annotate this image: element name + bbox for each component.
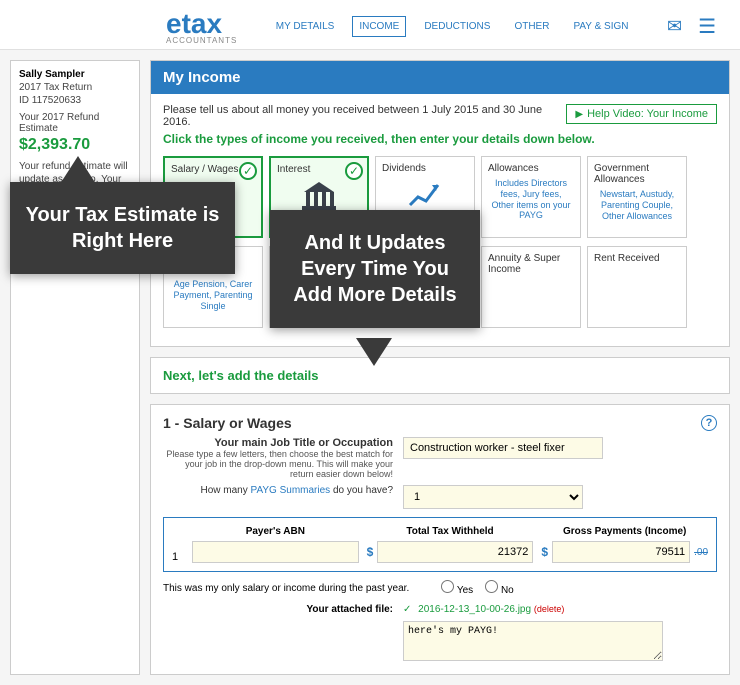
payg-summaries-link[interactable]: PAYG Summaries: [251, 485, 331, 496]
logo-subtitle: ACCOUNTANTS: [166, 36, 237, 45]
withheld-label: Total Tax Withheld: [367, 526, 534, 537]
check-icon: ✓: [403, 604, 411, 615]
job-title-label: Your main Job Title or Occupation: [214, 437, 393, 449]
mail-icon[interactable]: ✉: [667, 16, 682, 37]
callout-pointer-icon: [356, 338, 392, 366]
tax-id: ID 117520633: [19, 95, 131, 106]
tile-annuity-super[interactable]: Annuity & Super Income: [481, 246, 581, 328]
job-title-input[interactable]: [403, 437, 603, 459]
delete-file-link[interactable]: (delete): [534, 604, 565, 614]
tile-gov-allowances[interactable]: Government Allowances Newstart, Austudy,…: [587, 156, 687, 238]
check-icon: ✓: [345, 162, 363, 180]
only-income-yes[interactable]: Yes: [441, 580, 473, 596]
cents-label: .00: [694, 547, 708, 558]
tax-year: 2017 Tax Return: [19, 82, 131, 93]
callout-updates: And It Updates Every Time You Add More D…: [270, 210, 480, 328]
payg-row-index: 1: [172, 551, 184, 563]
salary-section-heading: 1 - Salary or Wages: [163, 415, 292, 431]
gross-input[interactable]: [552, 541, 690, 563]
logo: etax ACCOUNTANTS: [166, 8, 237, 45]
tile-subtitle: Newstart, Austudy, Parenting Couple, Oth…: [594, 189, 680, 221]
nav-tabs: MY DETAILS INCOME DEDUCTIONS OTHER PAY &…: [270, 16, 635, 37]
tab-pay-sign[interactable]: PAY & SIGN: [567, 17, 634, 36]
top-icons: ✉ ☰: [667, 14, 716, 39]
callout-pointer-icon: [60, 156, 96, 184]
tab-income[interactable]: INCOME: [352, 16, 406, 37]
attached-file-label: Your attached file:: [163, 604, 393, 615]
user-name: Sally Sampler: [19, 69, 131, 80]
salary-wages-section: 1 - Salary or Wages ? Your main Job Titl…: [150, 404, 730, 675]
tile-allowances[interactable]: Allowances Includes Directors fees, Jury…: [481, 156, 581, 238]
click-prompt: Click the types of income you received, …: [163, 132, 717, 146]
help-video-button[interactable]: Help Video: Your Income: [566, 104, 717, 124]
check-icon: ✓: [239, 162, 257, 180]
tile-title: Annuity & Super Income: [488, 253, 574, 275]
chart-up-icon: [382, 176, 468, 214]
sidebar: Sally Sampler 2017 Tax Return ID 1175206…: [10, 60, 140, 675]
menu-icon[interactable]: ☰: [698, 14, 716, 39]
gross-label: Gross Payments (Income): [541, 526, 708, 537]
withheld-input[interactable]: [377, 541, 533, 563]
callout-tax-estimate: Your Tax Estimate is Right Here: [10, 182, 235, 274]
dollar-icon: $: [541, 545, 548, 559]
income-panel-title: My Income: [151, 61, 729, 94]
file-comment-textarea[interactable]: [403, 621, 663, 661]
payg-count-pre: How many: [201, 485, 251, 496]
tile-subtitle: Age Pension, Carer Payment, Parenting Si…: [170, 279, 256, 311]
tab-deductions[interactable]: DEDUCTIONS: [418, 17, 496, 36]
attached-file-name[interactable]: 2016-12-13_10-00-26.jpg: [418, 604, 531, 615]
tile-title: Rent Received: [594, 253, 680, 264]
tile-title: Government Allowances: [594, 163, 680, 185]
tile-title: Allowances: [488, 163, 574, 174]
abn-label: Payer's ABN: [192, 526, 359, 537]
dollar-icon: $: [367, 545, 374, 559]
estimate-amount: $2,393.70: [19, 136, 131, 154]
payg-count-select[interactable]: 1: [403, 485, 583, 509]
payg-count-post: do you have?: [330, 485, 393, 496]
tile-subtitle: Includes Directors fees, Jury fees, Othe…: [488, 178, 574, 221]
help-icon[interactable]: ?: [701, 415, 717, 431]
tile-title: Dividends: [382, 163, 468, 174]
top-bar: etax ACCOUNTANTS MY DETAILS INCOME DEDUC…: [0, 0, 740, 50]
job-title-hint: Please type a few letters, then choose t…: [163, 449, 393, 479]
estimate-label: Your 2017 Refund Estimate: [19, 112, 131, 134]
tab-my-details[interactable]: MY DETAILS: [270, 17, 341, 36]
abn-input[interactable]: [192, 541, 359, 563]
only-income-no[interactable]: No: [485, 580, 514, 596]
tile-rent-received[interactable]: Rent Received: [587, 246, 687, 328]
next-details-header: Next, let's add the details: [150, 357, 730, 394]
tab-other[interactable]: OTHER: [508, 17, 555, 36]
only-income-question: This was my only salary or income during…: [163, 583, 409, 594]
payg-entry-box: 1 Payer's ABN Total Tax Withheld $: [163, 517, 717, 572]
